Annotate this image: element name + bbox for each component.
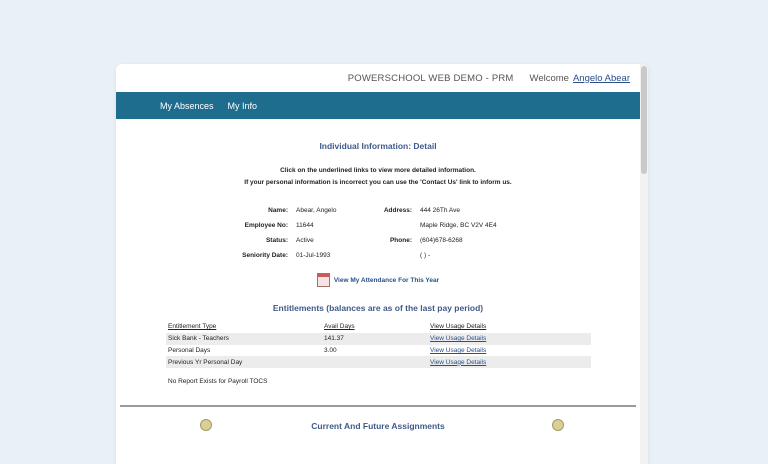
vertical-scrollbar[interactable] (640, 64, 648, 464)
nav-item-my-absences[interactable]: My Absences (160, 101, 214, 111)
column-header-days[interactable]: Avail Days (322, 321, 428, 333)
employee-no-label: Employee No: (244, 222, 288, 229)
seniority-value: 01-Jul-1993 (296, 252, 331, 259)
entitlement-type: Personal Days (168, 346, 211, 354)
view-usage-link[interactable]: View Usage Details (430, 359, 486, 366)
calendar-icon (316, 273, 330, 287)
table-header-row: Entitlement Type Avail Days View Usage D… (166, 321, 591, 333)
assignments-header: Current And Future Assignments (116, 407, 640, 437)
phone-label: Phone: (389, 237, 412, 244)
personal-info: Name: Abear, Angelo Employee No: 11644 S… (116, 207, 640, 263)
main-content: Individual Information: Detail Click on … (116, 141, 648, 437)
page-title: Individual Information: Detail (319, 141, 437, 151)
nav-item-my-info[interactable]: My Info (228, 101, 258, 111)
user-name-link[interactable]: Angelo Abear (573, 73, 630, 84)
address-line-2: Maple Ridge, BC V2V 4E4 (420, 222, 497, 229)
phone-secondary-value: ( ) - (420, 252, 431, 259)
nav-bar: My Absences My Info (116, 92, 640, 119)
instructions: Click on the underlined links to view mo… (116, 165, 640, 189)
name-label: Name: (268, 207, 288, 214)
scrollbar-thumb[interactable] (641, 66, 647, 174)
entitlements-title: Entitlements (balances are as of the las… (272, 303, 484, 313)
phone-value: (604)678-6268 (420, 237, 463, 244)
address-label: Address: (383, 207, 412, 214)
entitlement-type: Previous Yr Personal Day (166, 356, 322, 369)
view-usage-link[interactable]: View Usage Details (430, 335, 486, 342)
view-usage-link[interactable]: View Usage Details (430, 347, 486, 354)
app-window: POWERSCHOOL WEB DEMO - PRM Welcome Angel… (116, 64, 648, 464)
column-header-type[interactable]: Entitlement Type (166, 321, 322, 333)
column-header-usage[interactable]: View Usage Details (428, 321, 591, 333)
entitlement-days (322, 356, 428, 369)
status-value: Active (296, 237, 314, 244)
employee-no-value: 11644 (296, 222, 314, 229)
entitlement-days: 141.37 (322, 332, 428, 345)
address-line-1: 444 26Th Ave (420, 207, 460, 214)
attendance-link-label: View My Attendance For This Year (333, 276, 440, 284)
no-report-text: No Report Exists for Payroll TOCS (168, 378, 268, 386)
app-title: POWERSCHOOL WEB DEMO - PRM (347, 72, 514, 84)
attendance-link[interactable]: View My Attendance For This Year (116, 273, 640, 287)
welcome-label: Welcome (529, 72, 569, 84)
table-row: Sick Bank - Teachers 141.37 View Usage D… (166, 332, 591, 345)
entitlement-days: 3.00 (324, 346, 337, 354)
table-row: Personal Days 3.00 View Usage Details (166, 345, 591, 357)
status-label: Status: (265, 237, 288, 244)
seniority-label: Seniority Date: (242, 252, 288, 259)
instruction-line-2: If your personal information is incorrec… (244, 179, 512, 186)
table-row: Previous Yr Personal Day View Usage Deta… (166, 356, 591, 369)
entitlement-type: Sick Bank - Teachers (166, 332, 322, 345)
entitlements-table: Entitlement Type Avail Days View Usage D… (166, 321, 591, 369)
name-value: Abear, Angelo (296, 207, 337, 214)
instruction-line-1: Click on the underlined links to view mo… (280, 167, 476, 174)
top-bar: POWERSCHOOL WEB DEMO - PRM Welcome Angel… (116, 64, 648, 92)
